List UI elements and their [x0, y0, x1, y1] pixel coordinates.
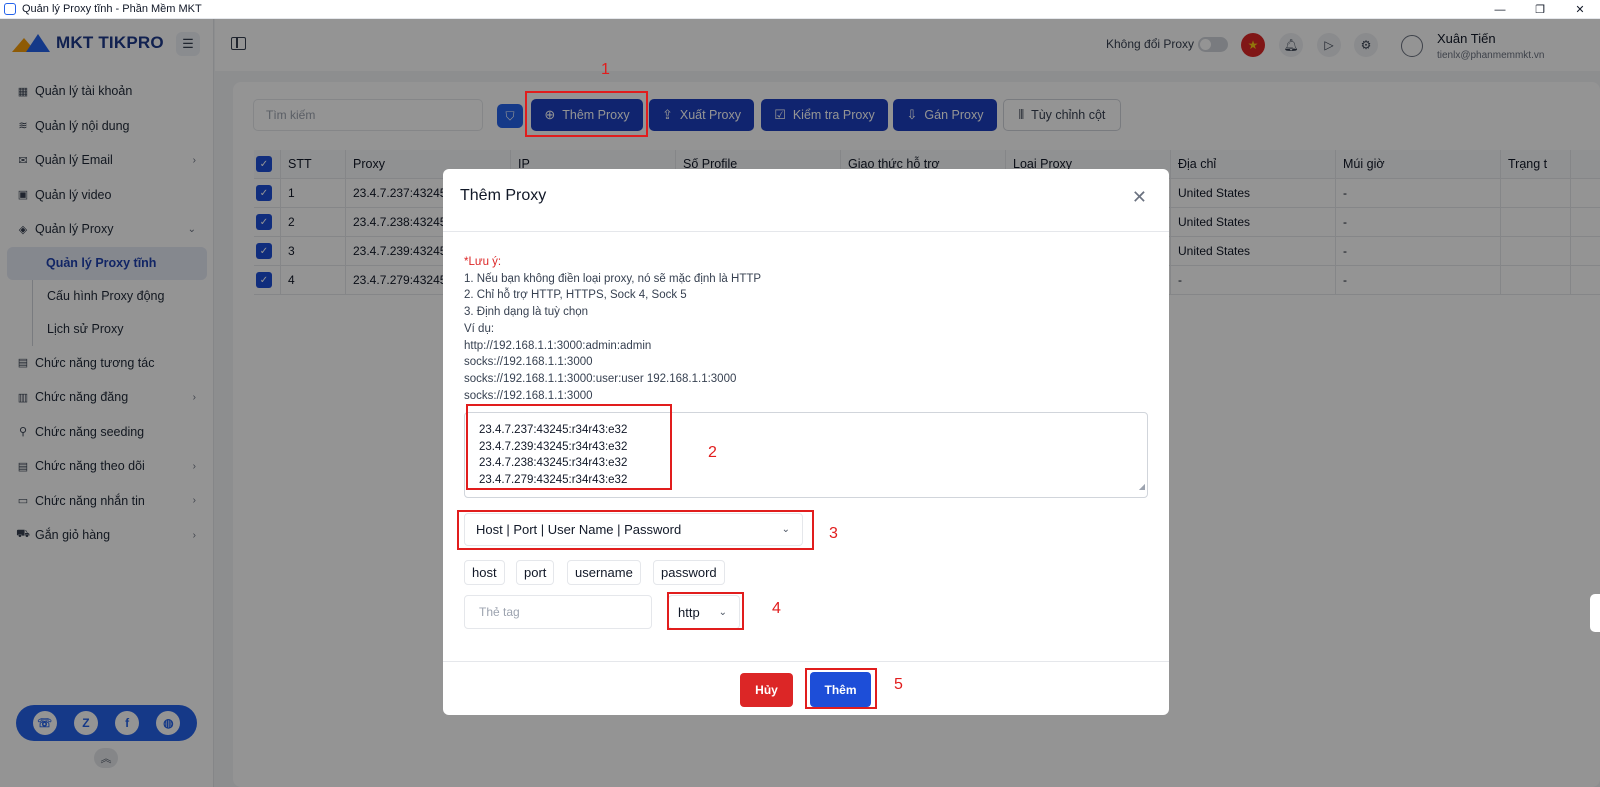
note-line: 2. Chỉ hỗ trợ HTTP, HTTPS, Sock 4, Sock …	[464, 289, 687, 302]
chip-port[interactable]: port	[516, 560, 555, 585]
app-icon	[4, 3, 16, 15]
annotation-number-2: 2	[708, 444, 717, 461]
annotation-box-3	[457, 510, 814, 550]
annotation-box-1	[525, 91, 648, 137]
annotation-number-5: 5	[894, 676, 903, 693]
window-titlebar: Quản lý Proxy tĩnh - Phần Mềm MKT — ❐ ✕	[0, 0, 1600, 19]
modal-footer-divider	[443, 661, 1169, 662]
minimize-button[interactable]: —	[1480, 0, 1520, 19]
side-drawer-tab[interactable]	[1590, 594, 1600, 632]
annotation-number-3: 3	[829, 525, 838, 542]
annotation-box-2	[466, 404, 672, 490]
window-title: Quản lý Proxy tĩnh - Phần Mềm MKT	[22, 3, 202, 15]
annotation-number-4: 4	[772, 600, 781, 617]
note-line: 1. Nếu bạn không điền loại proxy, nó sẽ …	[464, 272, 762, 285]
note-line: socks://192.168.1.1:3000:user:user 192.1…	[464, 372, 737, 385]
note-block: *Lưu ý: 1. Nếu bạn không điền loại proxy…	[464, 254, 1144, 404]
note-line: http://192.168.1.1:3000:admin:admin	[464, 339, 652, 352]
annotation-box-5	[805, 668, 877, 709]
close-icon[interactable]: ✕	[1132, 187, 1147, 208]
window-controls: — ❐ ✕	[1480, 0, 1600, 19]
tag-input[interactable]: Thẻ tag	[464, 595, 652, 629]
annotation-number-1: 1	[601, 61, 610, 78]
cancel-button[interactable]: Hủy	[740, 673, 793, 707]
modal-title: Thêm Proxy	[460, 187, 547, 204]
note-title: *Lưu ý:	[464, 256, 502, 268]
note-line: 3. Định dạng là tuỳ chọn	[464, 306, 589, 319]
modal-divider	[443, 231, 1169, 232]
restore-button[interactable]: ❐	[1520, 0, 1560, 19]
chip-host[interactable]: host	[464, 560, 505, 585]
note-line: socks://192.168.1.1:3000	[464, 356, 593, 369]
close-window-button[interactable]: ✕	[1560, 0, 1600, 19]
resize-grip-icon[interactable]: ◢	[1139, 479, 1145, 496]
note-line: socks://192.168.1.1:3000	[464, 389, 593, 402]
chip-username[interactable]: username	[567, 560, 641, 585]
chip-password[interactable]: password	[653, 560, 725, 585]
note-line: Ví dụ:	[464, 322, 495, 335]
annotation-box-4	[667, 592, 744, 630]
